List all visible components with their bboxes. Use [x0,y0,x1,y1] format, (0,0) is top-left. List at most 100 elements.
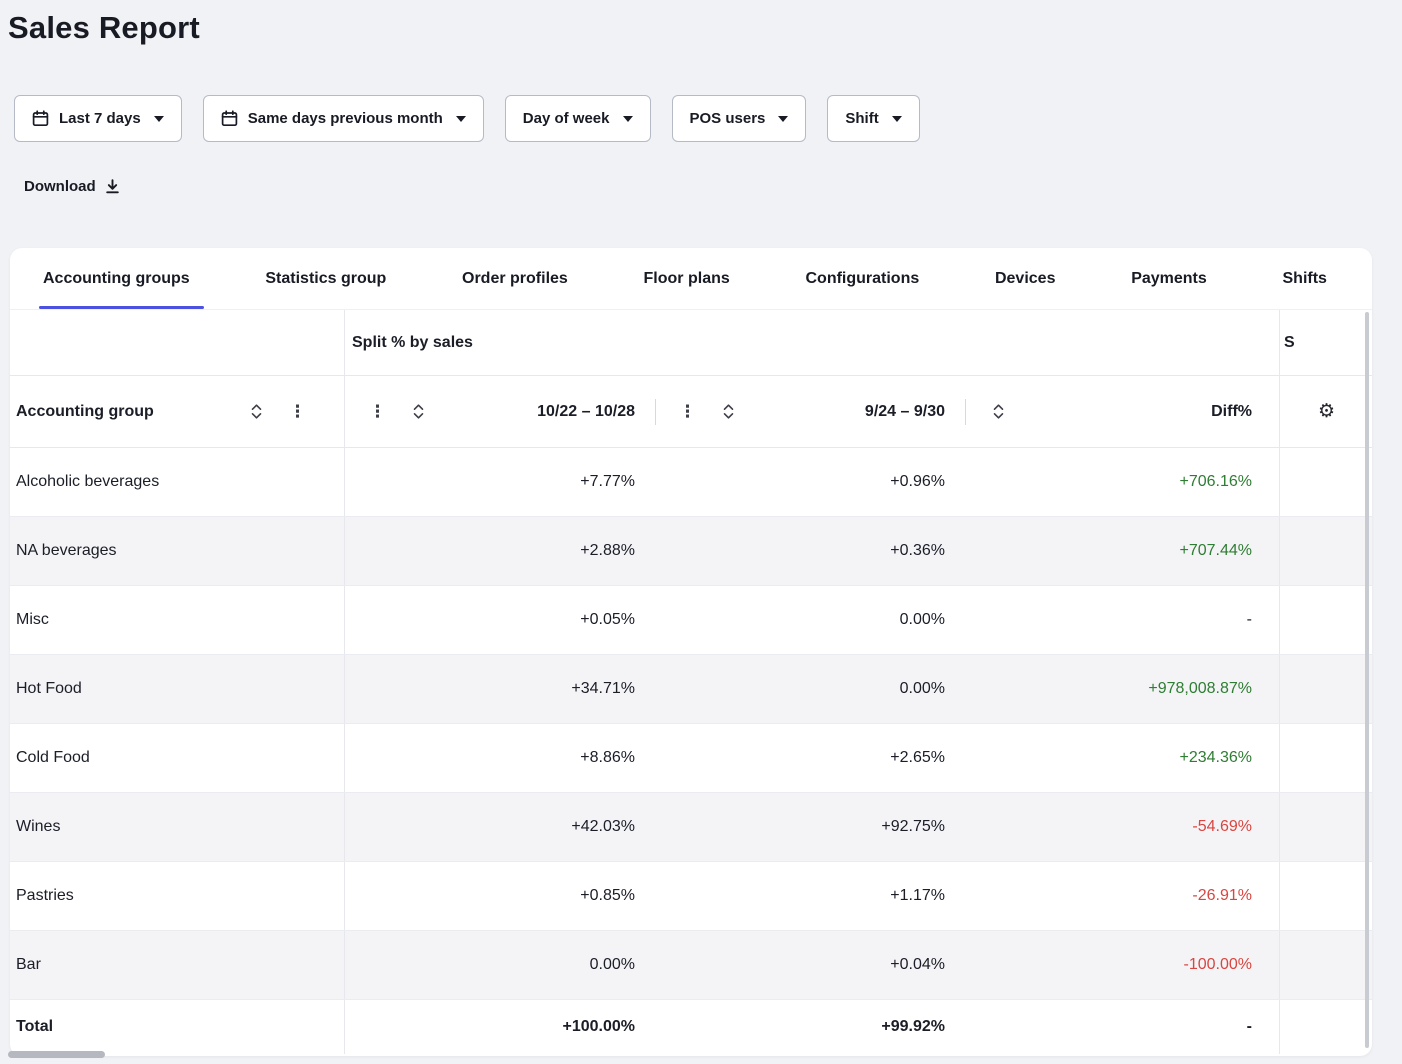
cell-diff: +707.44% [965,517,1280,585]
sort-icon[interactable] [993,404,1004,419]
cell-current-period: +0.05% [345,586,655,654]
cell-previous-period: +1.17% [655,862,965,930]
sort-icon[interactable] [251,404,262,419]
cell-accounting-group: Cold Food [10,724,345,792]
cell-previous-period: 0.00% [655,655,965,723]
cell-accounting-group: Pastries [10,862,345,930]
tab-payments[interactable]: Payments [1131,248,1207,309]
tab-configurations[interactable]: Configurations [805,248,919,309]
table-row: Alcoholic beverages+7.77%+0.96%+706.16% [10,448,1372,517]
cell-previous-period: +0.96% [655,448,965,516]
cell-spacer [1280,793,1372,861]
chevron-down-icon [778,116,788,122]
column-header-diff: Diff% [965,376,1280,447]
cell-previous-period: +92.75% [655,793,965,861]
calendar-icon [32,110,49,127]
filter-compare-range[interactable]: Same days previous month [203,95,484,142]
cell-diff: -100.00% [965,931,1280,999]
report-table: Split % by sales S Accounting group ⋮ ⋮ [10,310,1372,1054]
column-header-current-period-label[interactable]: 10/22 – 10/28 [537,403,635,421]
cell-previous-period: +0.04% [655,931,965,999]
cell-diff: +234.36% [965,724,1280,792]
calendar-icon [221,110,238,127]
tab-order-profiles[interactable]: Order profiles [462,248,568,309]
table-row: Cold Food+8.86%+2.65%+234.36% [10,724,1372,793]
cell-previous-period: +2.65% [655,724,965,792]
cell-spacer [1280,1000,1372,1054]
group-header-next-clipped: S [1280,310,1372,375]
filter-date-range[interactable]: Last 7 days [14,95,182,142]
tab-devices[interactable]: Devices [995,248,1056,309]
table-row: Hot Food+34.71%0.00%+978,008.87% [10,655,1372,724]
cell-spacer [1280,724,1372,792]
cell-current-period: +2.88% [345,517,655,585]
column-header-previous-period-label[interactable]: 9/24 – 9/30 [865,403,945,421]
sort-icon[interactable] [723,404,734,419]
cell-spacer [1280,448,1372,516]
filter-pos-users[interactable]: POS users [672,95,807,142]
table-row: Wines+42.03%+92.75%-54.69% [10,793,1372,862]
kebab-menu-icon[interactable]: ⋮ [289,403,306,420]
table-group-header-row: Split % by sales S [10,310,1372,376]
cell-current-period: +0.85% [345,862,655,930]
cell-current-period: +34.71% [345,655,655,723]
cell-accounting-group: Alcoholic beverages [10,448,345,516]
column-header-previous-period: ⋮ 9/24 – 9/30 [655,376,965,447]
tab-accounting-groups[interactable]: Accounting groups [43,248,190,309]
table-header-row: Accounting group ⋮ ⋮ 10/22 – 10/28 [10,376,1372,448]
cell-diff: - [965,586,1280,654]
kebab-menu-icon[interactable]: ⋮ [369,403,386,420]
horizontal-scrollbar[interactable] [8,1051,105,1058]
sales-report-page: Sales Report Last 7 daysSame days previo… [0,0,1402,1064]
download-label: Download [24,178,96,195]
table-body: Alcoholic beverages+7.77%+0.96%+706.16%N… [10,448,1372,1054]
cell-previous-period: 0.00% [655,586,965,654]
gear-icon[interactable]: ⚙ [1318,400,1335,423]
table-row: Misc+0.05%0.00%- [10,586,1372,655]
table-row: Pastries+0.85%+1.17%-26.91% [10,862,1372,931]
download-button[interactable]: Download [24,178,120,195]
chevron-down-icon [892,116,902,122]
column-header-accounting-group-label[interactable]: Accounting group [16,403,154,421]
tab-bar: Accounting groups Statistics group Order p… [10,248,1372,310]
cell-spacer [1280,586,1372,654]
download-icon [105,179,120,194]
tab-floor-plans[interactable]: Floor plans [644,248,730,309]
filter-label: POS users [690,110,766,127]
cell-current-period: +42.03% [345,793,655,861]
table-row: Bar0.00%+0.04%-100.00% [10,931,1372,1000]
column-settings-cell: ⚙ [1280,376,1372,447]
kebab-menu-icon[interactable]: ⋮ [679,403,696,420]
cell-accounting-group: Bar [10,931,345,999]
chevron-down-icon [456,116,466,122]
filter-label: Shift [845,110,878,127]
tab-shifts[interactable]: Shifts [1283,248,1327,309]
vertical-scrollbar[interactable] [1365,312,1369,1048]
column-header-diff-label[interactable]: Diff% [1211,403,1252,421]
group-header-spacer [10,310,345,375]
cell-spacer [1280,655,1372,723]
filter-bar: Last 7 days Same days previous month Day o… [14,95,1374,142]
filter-label: Day of week [523,110,610,127]
tab-statistics-group[interactable]: Statistics group [265,248,386,309]
cell-current-period: +8.86% [345,724,655,792]
cell-previous-period: +0.36% [655,517,965,585]
column-header-current-period: ⋮ 10/22 – 10/28 [345,376,655,447]
cell-accounting-group: Misc [10,586,345,654]
sort-icon[interactable] [413,404,424,419]
cell-current-period: 0.00% [345,931,655,999]
chevron-down-icon [154,116,164,122]
cell-previous-period: +99.92% [655,1000,965,1054]
cell-spacer [1280,862,1372,930]
cell-accounting-group: Total [10,1000,345,1054]
filter-label: Last 7 days [59,110,141,127]
cell-diff: +706.16% [965,448,1280,516]
filter-label: Same days previous month [248,110,443,127]
cell-diff: -26.91% [965,862,1280,930]
cell-accounting-group: Wines [10,793,345,861]
filter-day-of-week[interactable]: Day of week [505,95,651,142]
cell-diff: +978,008.87% [965,655,1280,723]
cell-current-period: +7.77% [345,448,655,516]
cell-accounting-group: NA beverages [10,517,345,585]
filter-shift[interactable]: Shift [827,95,919,142]
